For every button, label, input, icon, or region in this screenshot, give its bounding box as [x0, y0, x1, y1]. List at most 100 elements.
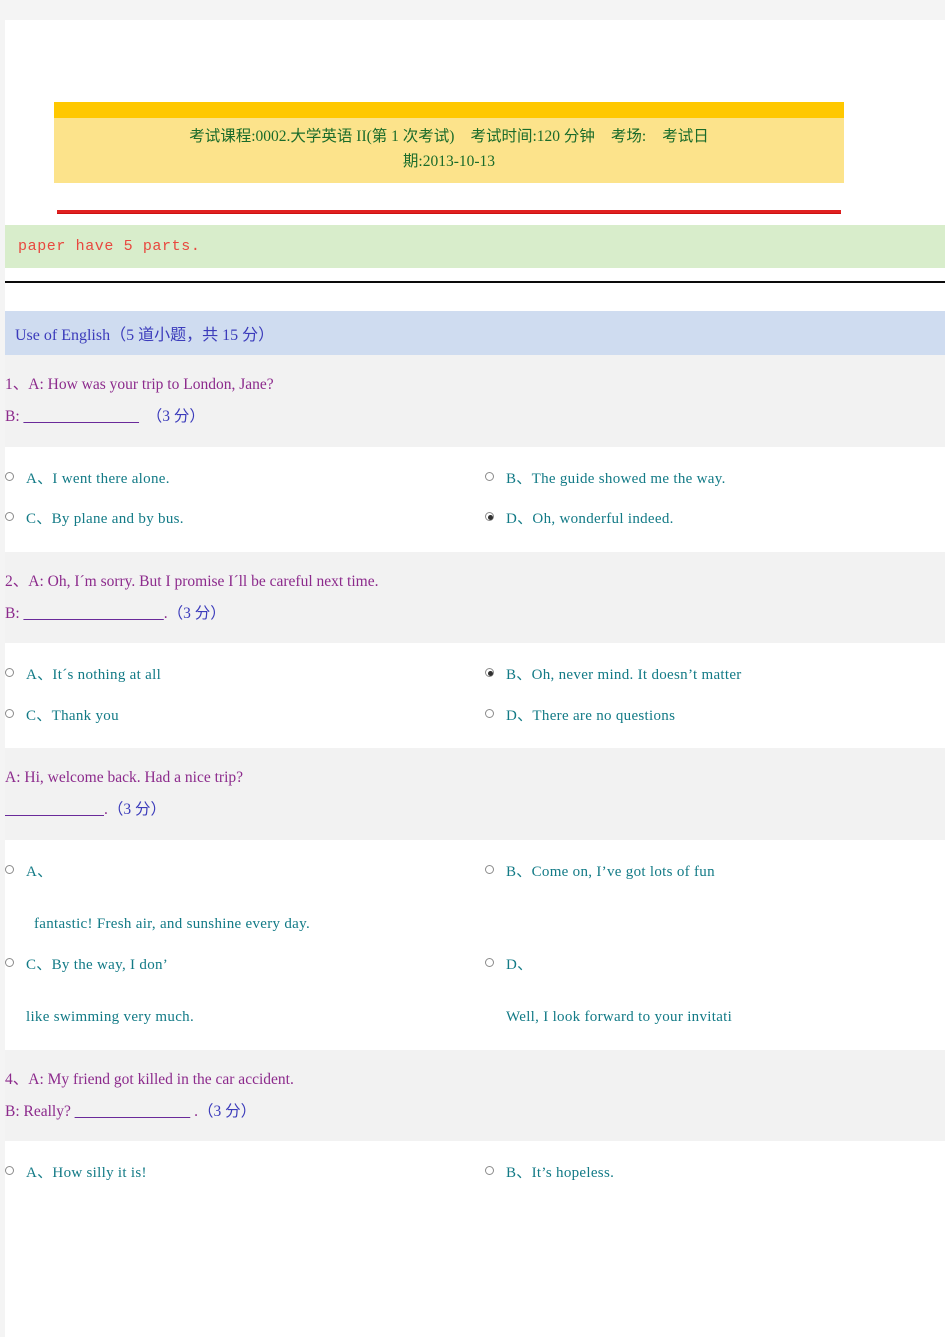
radio-icon-selected[interactable] — [485, 668, 496, 680]
exam-date-label-part1: 考试日 — [662, 128, 709, 145]
question-points: （3 分） — [167, 604, 226, 622]
radio-icon[interactable] — [485, 957, 496, 970]
option-c[interactable]: C、By the way, I don’ like swimming very m… — [5, 945, 449, 1038]
option-d[interactable]: D、Oh, wonderful indeed. — [449, 499, 945, 540]
option-c[interactable]: C、By plane and by bus. — [5, 499, 449, 540]
option-label: B、It’s hopeless. — [506, 1165, 615, 1182]
option-label: B、The guide showed me the way. — [506, 470, 726, 487]
option-row: A、I went there alone. B、The guide showed… — [5, 459, 945, 500]
option-a[interactable]: A、It´s nothing at all — [5, 655, 449, 696]
question-options: A、It´s nothing at all B、Oh, never mind. … — [5, 643, 945, 749]
option-label: B、Oh, never mind. It doesn’t matter — [506, 667, 742, 684]
option-a[interactable]: A、How silly it is! — [5, 1153, 449, 1194]
option-label-line1: D、 — [506, 956, 533, 973]
option-label-line2: like swimming very much. — [26, 1009, 195, 1026]
stem-prefix: B: Really? — [5, 1102, 75, 1120]
option-label-line1: C、By the way, I don’ — [26, 956, 169, 973]
option-label: A、It´s nothing at all — [26, 667, 162, 684]
radio-icon[interactable] — [5, 471, 16, 484]
option-label: D、Oh, wonderful indeed. — [506, 511, 674, 528]
option-label-line2: Well, I look forward to your invitati — [506, 1009, 733, 1026]
question-options: A、How silly it is! B、It’s hopeless. — [5, 1141, 945, 1206]
option-c[interactable]: C、Thank you — [5, 696, 449, 737]
option-b[interactable]: B、It’s hopeless. — [449, 1153, 945, 1194]
radio-icon[interactable] — [5, 957, 16, 970]
red-divider-area — [5, 183, 945, 215]
option-d[interactable]: D、There are no questions — [449, 696, 945, 737]
exam-date-label-part2: 期:2013-10-13 — [402, 153, 496, 171]
question-block: 2、A: Oh, I´m sorry. But I promise I´ll b… — [5, 551, 945, 749]
option-d[interactable]: D、 Well, I look forward to your invitati — [449, 945, 945, 1038]
option-row: C、By the way, I don’ like swimming very m… — [5, 945, 945, 1038]
question-points: （3 分） — [146, 407, 205, 425]
option-label: A、 fantastic! Fresh air, and sunshine eve… — [26, 861, 310, 936]
question-options: A、 fantastic! Fresh air, and sunshine eve… — [5, 839, 945, 1050]
exam-course-label: 考试课程:0002.大学英语 II(第 1 次考试) — [189, 128, 455, 145]
radio-icon[interactable] — [485, 1166, 496, 1178]
option-label: A、How silly it is! — [26, 1165, 147, 1182]
radio-icon[interactable] — [5, 864, 16, 877]
radio-icon[interactable] — [485, 471, 496, 484]
question-stem: 2、A: Oh, I´m sorry. But I promise I´ll b… — [5, 551, 945, 644]
option-b[interactable]: B、The guide showed me the way. — [449, 459, 945, 500]
browser-top-strip — [0, 0, 945, 20]
radio-icon-selected[interactable] — [485, 512, 496, 524]
stem-prefix: B: — [5, 407, 24, 425]
exam-header-banner: 考试课程:0002.大学英语 II(第 1 次考试) 考试时间:120 分钟 考场:… — [54, 102, 844, 184]
option-a[interactable]: A、 fantastic! Fresh air, and sunshine eve… — [5, 852, 449, 945]
option-row: A、It´s nothing at all B、Oh, never mind. … — [5, 655, 945, 696]
question-stem-line1: 1、A: How was your trip to London, Jane? — [5, 376, 274, 394]
question-stem: A: Hi, welcome back. Had a nice trip? __… — [5, 748, 945, 840]
document-viewport[interactable]: 考试课程:0002.大学英语 II(第 1 次考试) 考试时间:120 分钟 考场:… — [5, 20, 945, 1337]
option-label: C、By the way, I don’ like swimming very m… — [26, 954, 194, 1029]
option-label: D、There are no questions — [506, 707, 676, 724]
radio-icon[interactable] — [5, 668, 16, 680]
question-points: （3 分） — [198, 1102, 257, 1120]
option-label-line1: A、 — [26, 863, 53, 880]
radio-icon[interactable] — [5, 512, 16, 524]
answer-blank: ______________ — [74, 1102, 191, 1120]
question-stem-line2: B: Really? ______________ .（3 分） — [5, 1096, 945, 1128]
red-divider — [57, 210, 841, 215]
answer-blank: ____________ — [5, 801, 104, 819]
question-block: 4、A: My friend got killed in the car acc… — [5, 1049, 945, 1206]
option-label: D、 Well, I look forward to your invitati — [506, 954, 732, 1029]
option-label: C、By plane and by bus. — [26, 511, 184, 528]
option-row: A、How silly it is! B、It’s hopeless. — [5, 1153, 945, 1194]
option-a[interactable]: A、I went there alone. — [5, 459, 449, 500]
question-points: （3 分） — [107, 801, 167, 819]
option-b[interactable]: B、Come on, I’ve got lots of fun — [449, 852, 945, 945]
exam-page: 考试课程:0002.大学英语 II(第 1 次考试) 考试时间:120 分钟 考场:… — [0, 0, 945, 1337]
question-stem: 4、A: My friend got killed in the car acc… — [5, 1049, 945, 1142]
option-label: C、Thank you — [26, 707, 119, 724]
radio-icon[interactable] — [485, 708, 496, 721]
stem-suffix: . — [190, 1102, 198, 1120]
option-row: A、 fantastic! Fresh air, and sunshine eve… — [5, 852, 945, 945]
exam-time-label: 考试时间:120 分钟 — [470, 128, 595, 145]
question-stem: 1、A: How was your trip to London, Jane? … — [5, 355, 945, 447]
exam-room-label: 考场: — [610, 128, 647, 145]
question-stem-line2: B: ______________ （3 分） — [5, 401, 945, 433]
notice-band: paper have 5 parts. — [5, 225, 945, 269]
option-b[interactable]: B、Oh, never mind. It doesn’t matter — [449, 655, 945, 696]
option-row: C、By plane and by bus. D、Oh, wonderful i… — [5, 499, 945, 540]
answer-blank: _________________ — [23, 604, 164, 622]
exam-header-area: 考试课程:0002.大学英语 II(第 1 次考试) 考试时间:120 分钟 考场:… — [5, 20, 945, 184]
document-content: 考试课程:0002.大学英语 II(第 1 次考试) 考试时间:120 分钟 考场:… — [5, 20, 945, 1337]
radio-icon[interactable] — [485, 864, 496, 877]
question-stem-line2: B: _________________.（3 分） — [5, 598, 945, 630]
option-label: B、Come on, I’ve got lots of fun — [506, 861, 715, 914]
radio-icon[interactable] — [5, 1166, 16, 1178]
stem-prefix: B: — [5, 604, 24, 622]
radio-icon[interactable] — [5, 708, 16, 721]
black-divider — [5, 281, 945, 284]
question-block: 1、A: How was your trip to London, Jane? … — [5, 355, 945, 552]
option-row: C、Thank you D、There are no questions — [5, 696, 945, 737]
answer-blank: ______________ — [23, 407, 140, 425]
option-label: A、I went there alone. — [26, 470, 170, 487]
section-title: Use of English（5 道小题，共 15 分） — [5, 311, 945, 356]
question-stem-line1: 2、A: Oh, I´m sorry. But I promise I´ll b… — [5, 572, 379, 590]
question-options: A、I went there alone. B、The guide showed… — [5, 446, 945, 552]
question-stem-line1: 4、A: My friend got killed in the car acc… — [5, 1070, 294, 1088]
option-label-line2: fantastic! Fresh air, and sunshine every… — [34, 916, 311, 933]
